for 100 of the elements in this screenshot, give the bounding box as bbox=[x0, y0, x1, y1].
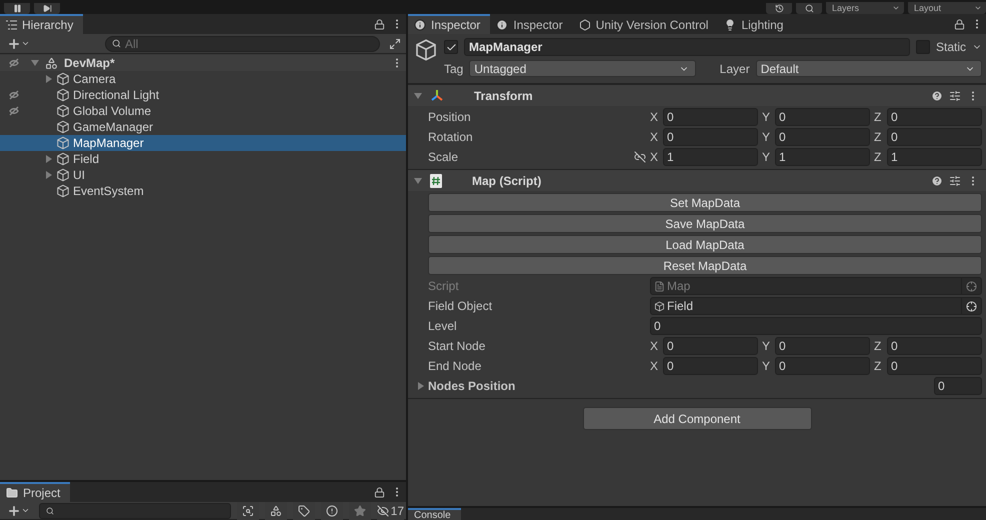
action-button[interactable]: Save MapData bbox=[428, 214, 982, 233]
static-checkbox[interactable] bbox=[916, 40, 930, 54]
hierarchy-item[interactable]: MapManager bbox=[73, 136, 144, 150]
action-button[interactable]: Load MapData bbox=[428, 235, 982, 254]
gameobject-icon bbox=[414, 38, 438, 62]
hierarchy-row[interactable]: Field bbox=[0, 151, 406, 167]
number-field[interactable]: 1 bbox=[887, 148, 982, 166]
caret-icon[interactable] bbox=[892, 4, 900, 12]
foldout-arrow[interactable] bbox=[418, 382, 424, 390]
axis-label: Y bbox=[762, 130, 772, 144]
property-label: Script bbox=[428, 279, 459, 293]
cube-icon bbox=[56, 152, 70, 166]
foldout-arrow[interactable] bbox=[414, 92, 422, 98]
number-field[interactable]: 0 bbox=[887, 357, 982, 375]
number-field[interactable]: 0 bbox=[887, 108, 982, 126]
number-field[interactable]: 0 bbox=[775, 357, 870, 375]
number-field[interactable]: 0 bbox=[663, 128, 758, 146]
history-icon[interactable] bbox=[774, 4, 784, 13]
property-label: Nodes Position bbox=[428, 379, 516, 393]
foldout-arrow[interactable] bbox=[31, 60, 39, 66]
hidden-icon[interactable] bbox=[8, 105, 20, 117]
axis-label: X bbox=[650, 130, 660, 144]
number-field[interactable]: 0 bbox=[650, 317, 982, 335]
hierarchy-row[interactable]: Camera bbox=[0, 71, 406, 87]
number-field[interactable]: 1 bbox=[775, 148, 870, 166]
search-field[interactable] bbox=[39, 502, 231, 518]
object-field: Map bbox=[650, 277, 982, 295]
number-field[interactable]: 0 bbox=[887, 337, 982, 355]
scene-name[interactable]: DevMap* bbox=[64, 56, 115, 70]
info-icon bbox=[414, 19, 426, 31]
search-icon[interactable] bbox=[804, 4, 814, 13]
axis-label: Z bbox=[874, 150, 882, 164]
axis-label: Y bbox=[762, 150, 772, 164]
number-field[interactable]: 0 bbox=[775, 337, 870, 355]
cube-icon bbox=[56, 168, 70, 182]
cube-icon bbox=[56, 136, 70, 150]
number-field[interactable]: 0 bbox=[775, 128, 870, 146]
toolbar-dropdown[interactable]: Layout bbox=[908, 2, 986, 14]
number-field[interactable]: 0 bbox=[663, 108, 758, 126]
component-header[interactable]: Map (Script) bbox=[408, 169, 986, 191]
hidden-icon[interactable] bbox=[8, 57, 20, 69]
hierarchy-row[interactable]: EventSystem bbox=[0, 183, 406, 199]
toolbar-dropdown[interactable]: Layers bbox=[826, 2, 904, 14]
number-field[interactable]: 0 bbox=[887, 128, 982, 146]
foldout-arrow[interactable] bbox=[46, 75, 52, 83]
hierarchy-item[interactable]: UI bbox=[73, 168, 85, 182]
number-field[interactable]: 0 bbox=[775, 108, 870, 126]
inspector-tab[interactable]: Inspector bbox=[408, 14, 490, 34]
hierarchy-item[interactable]: Field bbox=[73, 152, 100, 166]
property-label: Position bbox=[428, 110, 471, 124]
layer-dropdown[interactable]: Default bbox=[756, 60, 982, 77]
axis-label: X bbox=[650, 359, 660, 373]
number-field[interactable]: 0 bbox=[663, 357, 758, 375]
component-header[interactable]: Transform bbox=[408, 84, 986, 106]
caret-icon[interactable] bbox=[974, 4, 982, 12]
project-tab[interactable]: Project bbox=[0, 482, 70, 502]
tag-dropdown[interactable]: Untagged bbox=[469, 60, 696, 77]
hierarchy-item[interactable]: Directional Light bbox=[73, 88, 160, 102]
axis-label: Y bbox=[762, 359, 772, 373]
step-icon[interactable] bbox=[42, 4, 52, 13]
hierarchy-item[interactable]: Camera bbox=[73, 72, 116, 86]
axes-icon bbox=[430, 88, 444, 102]
inspector-tab[interactable]: Inspector bbox=[490, 14, 573, 34]
axis-label: Z bbox=[874, 130, 882, 144]
foldout-arrow[interactable] bbox=[414, 178, 422, 184]
hierarchy-row[interactable]: Directional Light bbox=[0, 87, 406, 103]
folder-icon bbox=[6, 487, 18, 499]
inspector-tab[interactable]: Unity Version Control bbox=[572, 14, 718, 34]
axis-label: X bbox=[650, 150, 660, 164]
cube-icon bbox=[654, 300, 665, 312]
pause-icon[interactable] bbox=[12, 4, 22, 13]
search-field[interactable]: All bbox=[105, 36, 380, 52]
action-button[interactable]: Reset MapData bbox=[428, 256, 982, 275]
hidden-icon[interactable] bbox=[376, 504, 389, 516]
script-icon bbox=[430, 174, 442, 188]
name-field[interactable]: MapManager bbox=[464, 38, 910, 56]
object-field[interactable]: Field bbox=[650, 297, 982, 315]
lightbulb-icon bbox=[724, 19, 736, 31]
hierarchy-row[interactable]: GameManager bbox=[0, 119, 406, 135]
hierarchy-row[interactable]: MapManager bbox=[0, 135, 406, 151]
hierarchy-item[interactable]: EventSystem bbox=[73, 184, 144, 198]
property-label: Rotation bbox=[428, 130, 473, 144]
axis-label: Z bbox=[874, 339, 882, 353]
property-label: Field Object bbox=[428, 299, 492, 313]
number-field[interactable]: 0 bbox=[663, 337, 758, 355]
count-field[interactable]: 0 bbox=[934, 377, 982, 395]
console-tab[interactable]: Console bbox=[408, 508, 461, 520]
number-field[interactable]: 1 bbox=[663, 148, 758, 166]
hierarchy-tab[interactable]: Hierarchy bbox=[0, 14, 84, 34]
hierarchy-item[interactable]: Global Volume bbox=[73, 104, 152, 118]
add-component-button[interactable]: Add Component bbox=[582, 407, 812, 430]
inspector-tab[interactable]: Lighting bbox=[718, 14, 794, 34]
hierarchy-row[interactable]: UI bbox=[0, 167, 406, 183]
action-button[interactable]: Set MapData bbox=[428, 193, 982, 212]
hidden-icon[interactable] bbox=[8, 89, 20, 101]
hierarchy-item[interactable]: GameManager bbox=[73, 120, 154, 134]
unlink-icon[interactable] bbox=[634, 151, 646, 163]
axis-label: Y bbox=[762, 339, 772, 353]
hierarchy-row[interactable]: Global Volume bbox=[0, 103, 406, 119]
search-icon bbox=[112, 39, 121, 48]
